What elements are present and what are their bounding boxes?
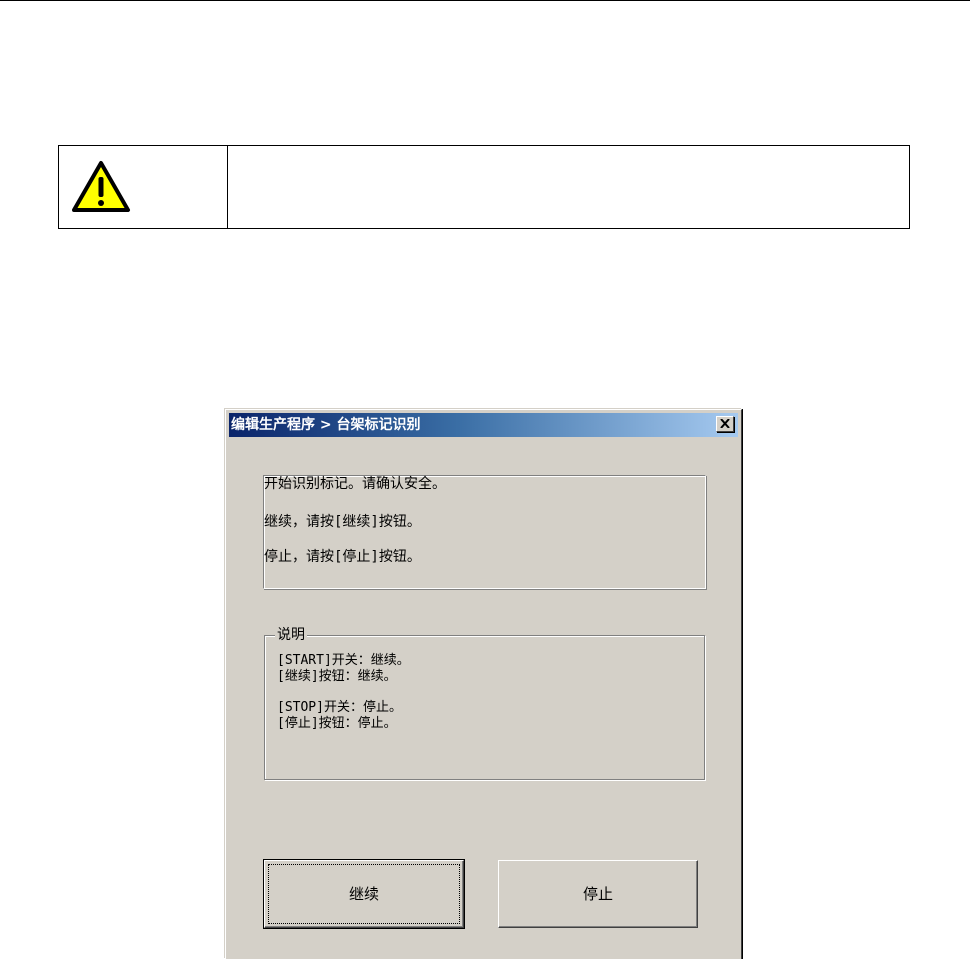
warning-icon-cell [59, 146, 228, 228]
message-line: 停止，请按[停止]按钮。 [264, 549, 421, 565]
notes-legend: 说明 [275, 626, 307, 644]
continue-button-label: 继续 [348, 885, 379, 903]
note-line: [停止]按钮：停止。 [277, 716, 397, 731]
warning-text-cell [228, 146, 909, 228]
warning-triangle-icon [72, 161, 130, 212]
message-box: 开始识别标记。请确认安全。 继续，请按[继续]按钮。 停止，请按[停止]按钮。 [263, 475, 706, 589]
top-rule [0, 0, 970, 1]
message-line: 开始识别标记。请确认安全。 [264, 476, 446, 492]
dialog-window: 编辑生产程序 > 台架标记识别 开始识别标记。请确认安全。 继续，请按[继续]按… [225, 409, 742, 959]
dialog-title: 编辑生产程序 > 台架标记识别 [231, 417, 421, 433]
note-line: [START]开关：继续。 [277, 653, 410, 668]
message-line: 继续，请按[继续]按钮。 [264, 514, 421, 530]
note-line: [STOP]开关：停止。 [277, 700, 402, 715]
title-bar[interactable]: 编辑生产程序 > 台架标记识别 [229, 413, 738, 437]
close-icon [720, 419, 730, 428]
warning-table [58, 145, 910, 229]
stop-button-label: 停止 [582, 885, 613, 903]
close-button[interactable] [716, 416, 734, 432]
continue-button[interactable]: 继续 [263, 859, 465, 929]
notes-groupbox: 说明 [START]开关：继续。 [继续]按钮：继续。 [STOP]开关：停止。… [264, 626, 705, 780]
note-line: [继续]按钮：继续。 [277, 669, 397, 684]
stop-button[interactable]: 停止 [498, 860, 698, 928]
